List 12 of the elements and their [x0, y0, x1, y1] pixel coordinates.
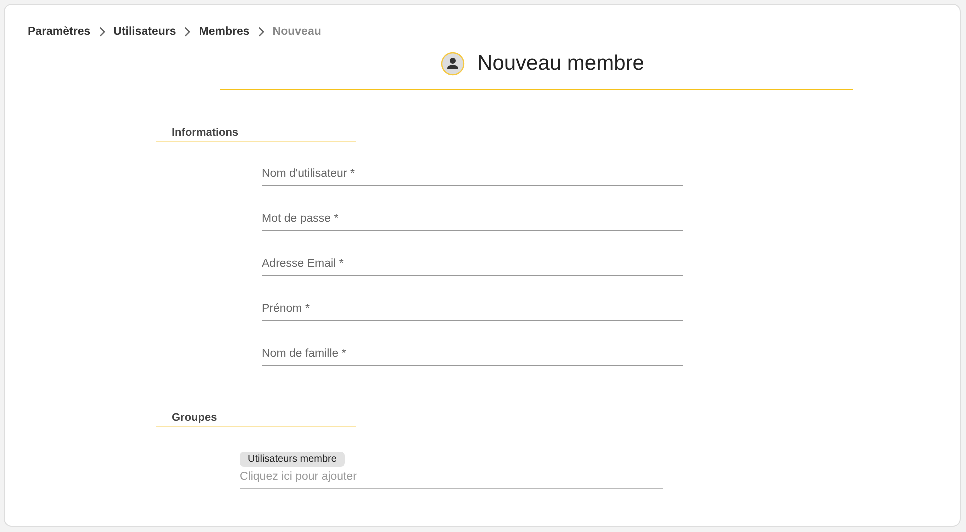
breadcrumb-link[interactable]: Membres — [199, 26, 250, 38]
breadcrumb-link[interactable]: Nouveau — [272, 26, 322, 38]
chevron-icon — [184, 27, 192, 37]
breadcrumb-link[interactable]: Paramètres — [28, 26, 91, 38]
breadcrumb-link[interactable]: Utilisateurs — [114, 26, 176, 38]
page-title: Nouveau membre — [478, 52, 644, 76]
group-chip[interactable]: Utilisateurs membre — [240, 452, 345, 467]
section-heading: Groupes — [172, 412, 218, 424]
user-icon — [440, 52, 465, 76]
chevron-icon — [258, 27, 265, 37]
section-heading: Informations — [172, 127, 239, 139]
chevron-icon — [98, 27, 106, 37]
